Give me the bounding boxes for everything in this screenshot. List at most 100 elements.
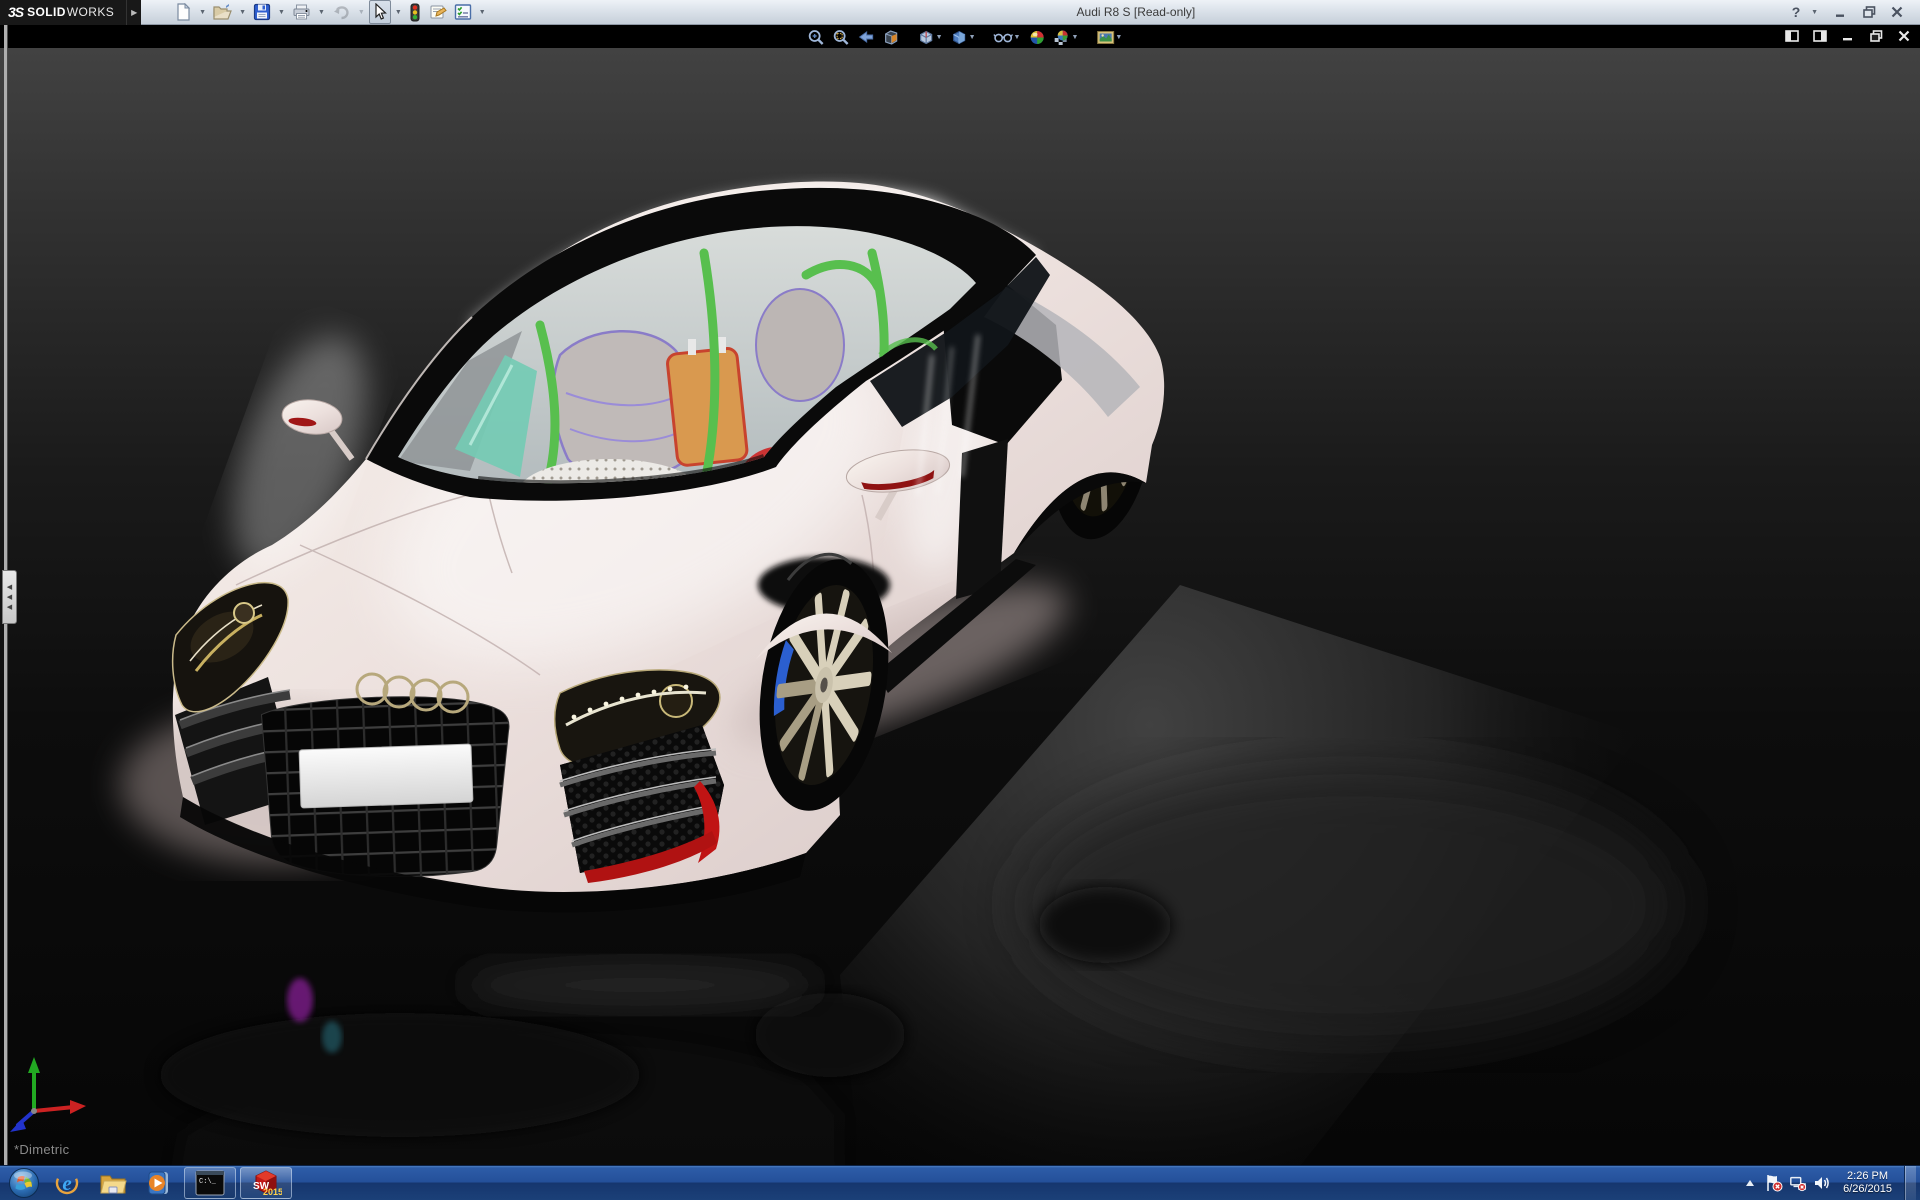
- svg-text:e: e: [62, 1171, 71, 1195]
- view-settings-dropdown[interactable]: ▼: [1115, 34, 1122, 41]
- traffic-light-icon: [409, 3, 421, 22]
- open-dropdown[interactable]: ▼: [236, 1, 249, 23]
- doc-restore-button[interactable]: [1868, 29, 1884, 43]
- save-dropdown[interactable]: ▼: [275, 1, 288, 23]
- print-icon: [292, 3, 311, 21]
- rebuild-button[interactable]: [406, 0, 424, 24]
- minimize-icon: [1835, 6, 1847, 18]
- help-icon: ?: [1792, 4, 1801, 20]
- select-cursor-icon: [372, 3, 388, 21]
- solidworks-2015-icon: SW 2015: [250, 1169, 282, 1197]
- view-settings-button[interactable]: ▼: [1094, 29, 1124, 46]
- logo-text-solid: SOLID: [27, 5, 66, 19]
- apply-scene-icon: [1053, 29, 1070, 46]
- previous-view-button[interactable]: [856, 29, 877, 46]
- taskbar-internet-explorer[interactable]: e: [46, 1167, 88, 1199]
- titlebar-controls: ? ▼: [1783, 2, 1920, 22]
- options-dropdown[interactable]: ▼: [476, 1, 489, 23]
- seat-right: [756, 289, 844, 401]
- view-orientation-label: *Dimetric: [14, 1142, 69, 1157]
- view-orientation-button[interactable]: ▼: [916, 28, 945, 47]
- help-dropdown[interactable]: ▼: [1811, 9, 1818, 16]
- help-button[interactable]: ?: [1783, 2, 1809, 22]
- zoom-to-area-button[interactable]: [831, 28, 852, 47]
- options-button[interactable]: [451, 0, 475, 24]
- hide-show-items-icon: [994, 31, 1013, 44]
- view-settings-icon: [1096, 30, 1114, 45]
- taskbar-media-player[interactable]: [138, 1167, 180, 1199]
- taskbar-solidworks[interactable]: SW 2015: [240, 1167, 292, 1199]
- speaker-icon: [1813, 1175, 1831, 1191]
- hide-show-items-dropdown[interactable]: ▼: [1014, 34, 1021, 41]
- 3d-scene-audi-r8[interactable]: [0, 25, 1920, 1165]
- network-status-button[interactable]: [1789, 1171, 1807, 1195]
- zoom-to-area-icon: [833, 29, 850, 46]
- open-button[interactable]: [210, 0, 235, 24]
- edit-appearance-button[interactable]: [1026, 28, 1047, 47]
- ds-logo-mark: 3S: [8, 4, 23, 20]
- volume-button[interactable]: [1813, 1171, 1831, 1195]
- solidworks-logo[interactable]: 3S SOLIDWORKS: [0, 0, 126, 25]
- close-button[interactable]: [1884, 2, 1910, 22]
- svg-text:2015: 2015: [263, 1187, 282, 1197]
- new-document-icon: [174, 3, 192, 21]
- display-style-dropdown[interactable]: ▼: [969, 34, 976, 41]
- save-button[interactable]: [250, 0, 274, 24]
- folder-icon: [99, 1170, 127, 1196]
- collapse-arrow-icon: ◀: [7, 594, 12, 601]
- media-player-icon: [145, 1169, 173, 1197]
- window-title: Audi R8 S [Read-only]: [489, 5, 1783, 19]
- show-hidden-icons-button[interactable]: [1741, 1171, 1759, 1195]
- hide-show-items-button[interactable]: ▼: [992, 30, 1023, 45]
- open-icon: [213, 3, 232, 21]
- display-pane-button[interactable]: [1812, 29, 1828, 43]
- file-properties-button[interactable]: [425, 0, 450, 24]
- document-window-controls: [1784, 29, 1912, 43]
- taskbar-clock[interactable]: 2:26 PM 6/26/2015: [1837, 1170, 1898, 1196]
- print-button[interactable]: [289, 0, 314, 24]
- section-view-button[interactable]: [881, 28, 902, 47]
- doc-close-button[interactable]: [1896, 29, 1912, 43]
- show-desktop-button[interactable]: [1904, 1166, 1916, 1200]
- taskbar-windows-explorer[interactable]: [92, 1167, 134, 1199]
- new-document-dropdown[interactable]: ▼: [196, 1, 209, 23]
- undo-button[interactable]: [329, 0, 354, 24]
- file-properties-icon: [428, 3, 447, 21]
- display-style-button[interactable]: ▼: [949, 28, 978, 47]
- solidworks-window: 3S SOLIDWORKS ▶ ▼ ▼ ▼ ▼ ▼ ▼: [0, 0, 1920, 1200]
- apply-scene-dropdown[interactable]: ▼: [1071, 34, 1078, 41]
- minimize-button[interactable]: [1828, 2, 1854, 22]
- featuremanager-pane-button[interactable]: [1784, 29, 1800, 43]
- headsup-view-toolbar: ▼ ▼ ▼ ▼ ▼: [806, 27, 1125, 47]
- system-tray: 2:26 PM 6/26/2015: [1741, 1166, 1920, 1200]
- doc-minimize-icon: [1842, 30, 1854, 42]
- select-dropdown[interactable]: ▼: [392, 1, 405, 23]
- graphics-viewport[interactable]: ▼ ▼ ▼ ▼ ▼: [0, 25, 1920, 1165]
- section-view-icon: [883, 29, 900, 46]
- taskbar-command-prompt[interactable]: C:\_: [184, 1167, 236, 1199]
- command-prompt-icon: C:\_: [195, 1170, 225, 1196]
- view-orientation-icon: [918, 29, 935, 46]
- save-icon: [253, 3, 271, 21]
- restore-button[interactable]: [1856, 2, 1882, 22]
- new-document-button[interactable]: [171, 0, 195, 24]
- print-dropdown[interactable]: ▼: [315, 1, 328, 23]
- doc-minimize-button[interactable]: [1840, 29, 1856, 43]
- splitter-collapse-handle[interactable]: ◀ ◀ ◀: [2, 570, 17, 624]
- start-button[interactable]: [4, 1166, 44, 1200]
- menu-flyout-arrow[interactable]: ▶: [126, 0, 141, 25]
- network-disconnected-icon: [1789, 1174, 1807, 1192]
- collapse-arrow-icon: ◀: [7, 604, 12, 611]
- restore-icon: [1863, 6, 1876, 18]
- action-center-button[interactable]: [1765, 1171, 1783, 1195]
- svg-text:C:\_: C:\_: [199, 1178, 217, 1186]
- apply-scene-button[interactable]: ▼: [1051, 28, 1080, 47]
- undo-dropdown[interactable]: ▼: [355, 1, 368, 23]
- zoom-to-fit-button[interactable]: [806, 28, 827, 47]
- view-orientation-dropdown[interactable]: ▼: [936, 34, 943, 41]
- logo-text-works: WORKS: [67, 5, 114, 19]
- doc-close-icon: [1898, 30, 1910, 42]
- select-button[interactable]: [369, 0, 391, 24]
- clock-date: 6/26/2015: [1843, 1183, 1892, 1196]
- display-style-icon: [951, 29, 968, 46]
